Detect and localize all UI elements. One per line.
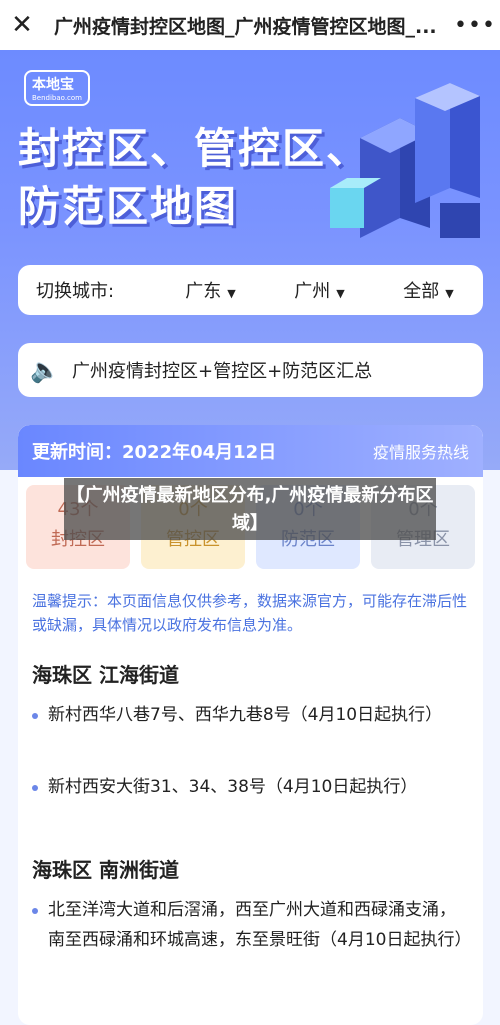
hero-title: 封控区、管控区、 防范区地图 xyxy=(18,120,370,236)
chevron-down-icon: ▼ xyxy=(336,287,345,300)
city-selector: 切换城市: 广东 ▼ 广州 ▼ 全部 ▼ xyxy=(18,265,483,315)
city-selector-label: 切换城市: xyxy=(36,281,115,302)
hero-title-line2: 防范区地图 xyxy=(18,182,239,231)
close-icon[interactable]: ✕ xyxy=(0,10,44,40)
top-bar: ✕ 广州疫情封控区地图_广州疫情管控区地图_... ••• xyxy=(0,0,500,51)
list-item-text: 新村西华八巷7号、西华九巷8号（4月10日起执行） xyxy=(48,705,443,725)
divider xyxy=(18,730,483,760)
divider xyxy=(18,802,483,832)
list-item-text: 北至洋湾大道和后滘涌，西至广州大道和西碌涌支涌，南至西碌涌和环城高速，东至景旺街… xyxy=(48,900,472,950)
content-header: 更新时间：2022年04月12日 疫情服务热线 xyxy=(18,425,483,477)
section-title: 海珠区 江海街道 xyxy=(32,663,179,687)
site-logo[interactable]: 本地宝 Bendibao.com xyxy=(24,70,91,106)
logo-text: 本地宝 xyxy=(32,77,74,93)
district-select[interactable]: 全部 ▼ xyxy=(374,277,483,303)
overlay-caption: 【广州疫情最新地区分布,广州疫情最新分布区域】 xyxy=(64,478,436,540)
city-value: 广州 xyxy=(294,281,331,302)
district-value: 全部 xyxy=(403,281,440,302)
page-title: 广州疫情封控区地图_广州疫情管控区地图_... xyxy=(54,15,437,38)
province-value: 广东 xyxy=(185,281,222,302)
update-time: 更新时间：2022年04月12日 xyxy=(32,442,277,463)
city-select[interactable]: 广州 ▼ xyxy=(265,277,374,303)
logo-subtext: Bendibao.com xyxy=(32,94,83,102)
bullet-icon xyxy=(32,785,38,791)
section-title: 海珠区 南洲街道 xyxy=(32,858,179,882)
chevron-down-icon: ▼ xyxy=(227,287,236,300)
more-icon[interactable]: ••• xyxy=(450,13,500,38)
hero-title-line1: 封控区、管控区、 xyxy=(18,124,371,173)
summary-text: 广州疫情封控区+管控区+防范区汇总 xyxy=(72,361,373,382)
hotline-link[interactable]: 疫情服务热线 xyxy=(373,439,469,463)
list-item: 北至洋湾大道和后滘涌，西至广州大道和西碌涌支涌，南至西碌涌和环城高速，东至景旺街… xyxy=(18,883,483,955)
list-item: 新村西安大街31、34、38号（4月10日起执行） xyxy=(18,760,483,802)
list-item: 新村西华八巷7号、西华九巷8号（4月10日起执行） xyxy=(18,688,483,730)
province-select[interactable]: 广东 ▼ xyxy=(156,277,265,303)
bullet-icon xyxy=(32,908,38,914)
summary-banner[interactable]: 🔈 广州疫情封控区+管控区+防范区汇总 xyxy=(18,343,483,397)
chevron-down-icon: ▼ xyxy=(445,287,454,300)
hero-banner: 本地宝 Bendibao.com 封控区、管控区、 防范区地图 xyxy=(0,50,500,470)
speaker-icon: 🔈 xyxy=(30,356,60,384)
bullet-icon xyxy=(32,713,38,719)
list-item-text: 新村西安大街31、34、38号（4月10日起执行） xyxy=(48,777,418,797)
buildings-illustration xyxy=(330,83,480,238)
notice-tip: 温馨提示：本页面信息仅供参考，数据来源官方，可能存在滞后性或缺漏，具体情况以政府… xyxy=(32,592,468,634)
